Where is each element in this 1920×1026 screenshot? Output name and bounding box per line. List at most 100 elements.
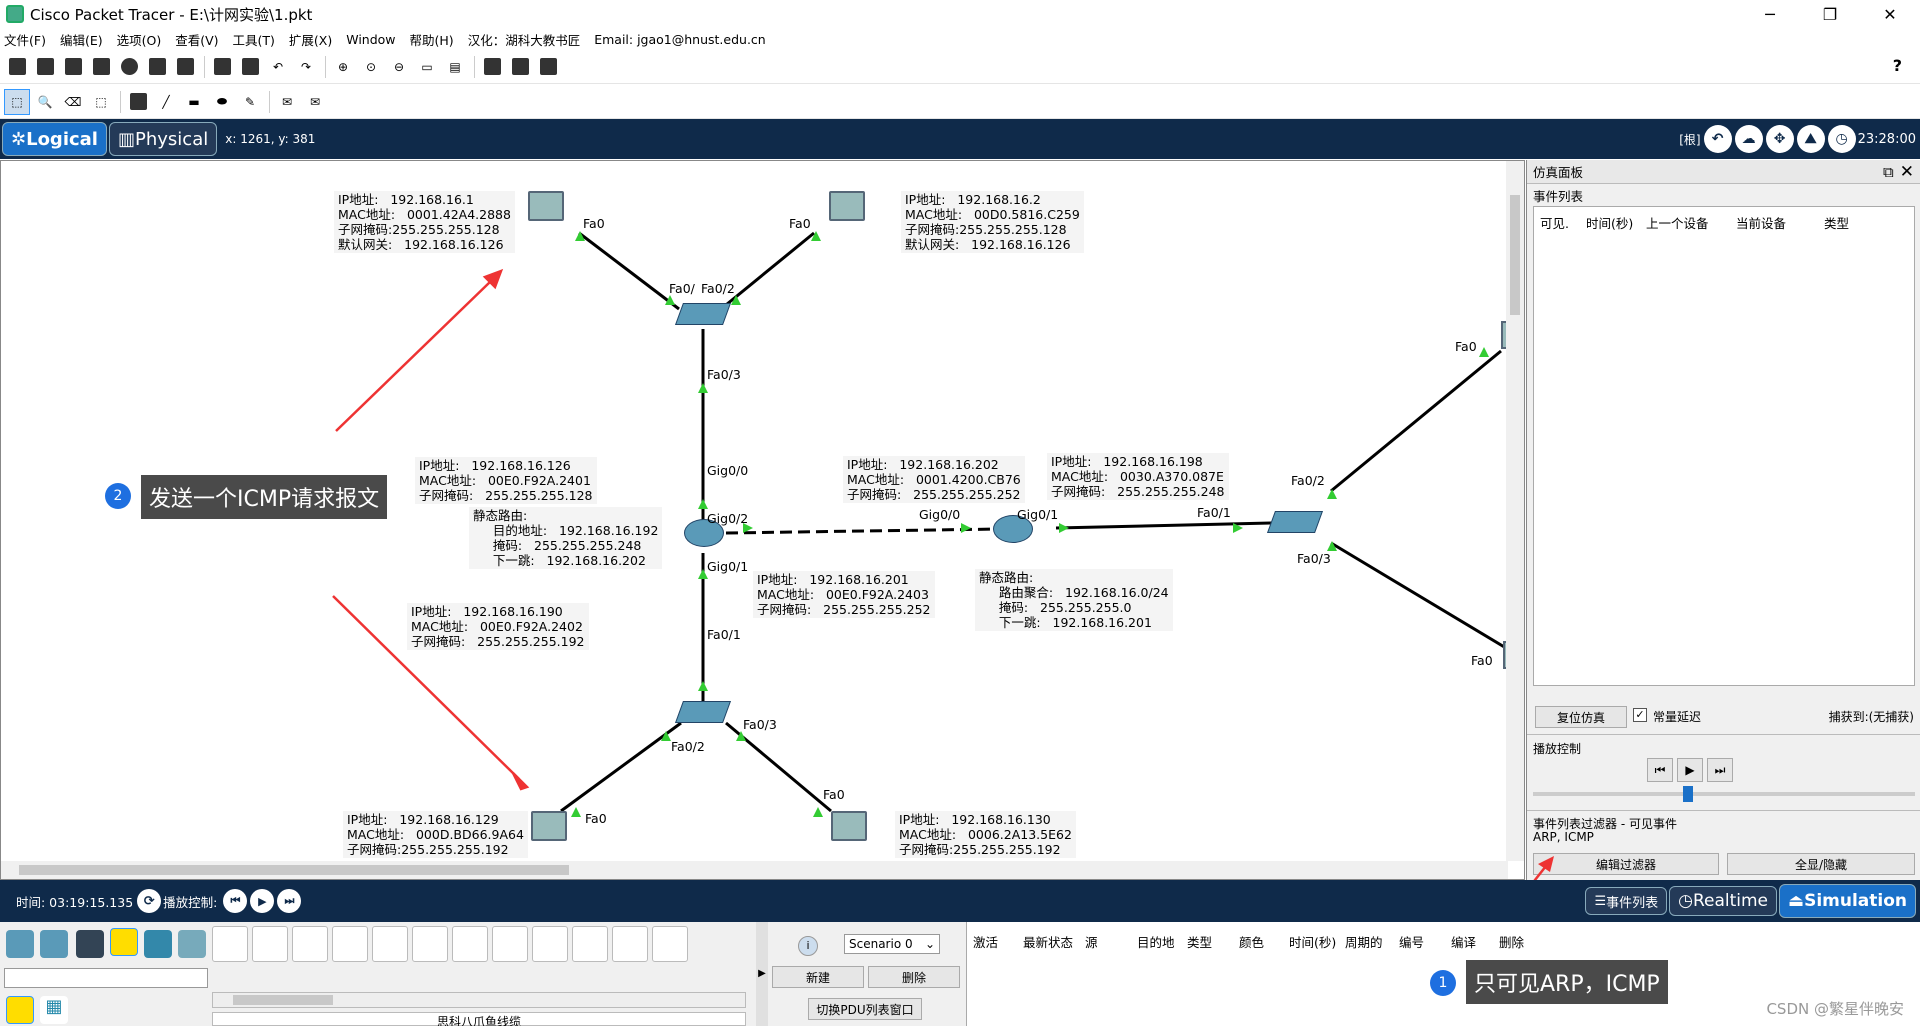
- save-icon[interactable]: [60, 54, 86, 80]
- pc-bottom-left-icon[interactable]: [531, 811, 567, 841]
- step-forward-icon[interactable]: ⏭: [1707, 758, 1733, 782]
- draw-line-icon[interactable]: ╱: [153, 89, 179, 115]
- speed-slider[interactable]: [1533, 786, 1915, 802]
- delete-icon[interactable]: ⌫: [60, 89, 86, 115]
- draw-rectangle-icon[interactable]: ▬: [181, 89, 207, 115]
- play-icon[interactable]: ▶: [1677, 758, 1703, 782]
- bottom-play-icon[interactable]: ▶: [250, 889, 275, 913]
- step-back-icon[interactable]: ⏮: [1647, 758, 1673, 782]
- toggle-pdu-list-button[interactable]: 切换PDU列表窗口: [808, 998, 922, 1020]
- logical-workspace[interactable]: IP地址: 192.168.16.1 MAC地址: 0001.42A4.2888 子…: [0, 160, 1525, 880]
- fiber-cable-icon[interactable]: [372, 926, 408, 962]
- close-panel-icon[interactable]: ✕: [1900, 162, 1914, 182]
- zoom-in-icon[interactable]: ⊕: [330, 54, 356, 80]
- menu-tools[interactable]: 工具(T): [233, 30, 275, 49]
- info-icon[interactable]: [116, 54, 142, 80]
- place-note-icon[interactable]: [125, 89, 151, 115]
- add-complex-pdu-icon[interactable]: ✉: [302, 89, 328, 115]
- screenshot-icon[interactable]: [535, 54, 561, 80]
- select-icon[interactable]: ⬚: [4, 88, 30, 115]
- straight-cable-icon[interactable]: [292, 926, 328, 962]
- clock-icon[interactable]: ◷: [1827, 125, 1856, 153]
- scenario-select[interactable]: Scenario 0 ⌄: [844, 934, 940, 954]
- event-list-button[interactable]: ☰ 事件列表: [1585, 887, 1668, 915]
- pc-bottom-right-icon[interactable]: [831, 811, 867, 841]
- serial-dce-cable-icon[interactable]: [492, 926, 528, 962]
- console-cable-icon[interactable]: [252, 926, 288, 962]
- close-button[interactable]: ✕: [1860, 0, 1920, 28]
- custom-device-icon[interactable]: ▤: [442, 54, 468, 80]
- draw-ellipse-icon[interactable]: ⬬: [209, 89, 235, 115]
- pc-top-left-icon[interactable]: [528, 191, 564, 221]
- redo-icon[interactable]: ↷: [293, 54, 319, 80]
- minimize-button[interactable]: ─: [1740, 0, 1800, 28]
- network-wizard-icon[interactable]: [144, 54, 170, 80]
- end-devices-category-icon[interactable]: [144, 930, 172, 958]
- cloud-icon[interactable]: ☁: [1734, 125, 1763, 153]
- drawing-palette-icon[interactable]: ▭: [414, 54, 440, 80]
- show-all-hide-button[interactable]: 全显/隐藏: [1727, 853, 1915, 875]
- menu-view[interactable]: 查看(V): [175, 30, 218, 49]
- reset-simulation-button[interactable]: 复位仿真: [1535, 706, 1627, 728]
- cable-scroll-thumb[interactable]: [233, 995, 333, 1005]
- switches-category-icon[interactable]: [40, 930, 68, 958]
- pc-top-right-icon[interactable]: [829, 191, 865, 221]
- device-search-input[interactable]: [4, 968, 208, 988]
- switch-right-icon[interactable]: [1266, 511, 1324, 533]
- new-file-icon[interactable]: [4, 54, 30, 80]
- vertical-scrollbar[interactable]: [1506, 161, 1524, 861]
- zoom-out-icon[interactable]: ⊖: [386, 54, 412, 80]
- phone-cable-icon[interactable]: [412, 926, 448, 962]
- open-folder-icon[interactable]: [32, 54, 58, 80]
- connections-subcategory-icon[interactable]: [6, 996, 34, 1024]
- menu-help[interactable]: 帮助(H): [410, 30, 454, 49]
- resize-icon[interactable]: ⬚: [88, 89, 114, 115]
- physical-tab[interactable]: ▥ Physical: [108, 122, 218, 156]
- inspect-icon[interactable]: 🔍: [32, 89, 58, 115]
- hubs-category-icon[interactable]: [76, 930, 104, 958]
- usb-cable-icon[interactable]: [652, 926, 688, 962]
- menu-extensions[interactable]: 扩展(X): [289, 30, 332, 49]
- menu-options[interactable]: 选项(O): [117, 30, 162, 49]
- power-cycle-icon[interactable]: ⟳: [137, 889, 162, 913]
- switch-top-icon[interactable]: [674, 303, 732, 325]
- restore-button[interactable]: ❐: [1800, 0, 1860, 28]
- collapse-arrow-icon[interactable]: ▶: [756, 922, 768, 1026]
- serial-dte-cable-icon[interactable]: [532, 926, 568, 962]
- background-icon[interactable]: ⛰: [1796, 125, 1825, 153]
- notes-icon[interactable]: [479, 54, 505, 80]
- back-icon[interactable]: ↶: [1703, 125, 1732, 153]
- undock-icon[interactable]: ⧉: [1883, 163, 1894, 181]
- routers-category-icon[interactable]: [6, 930, 34, 958]
- scenario-info-icon[interactable]: i: [798, 936, 818, 956]
- add-simple-pdu-icon[interactable]: ✉: [274, 89, 300, 115]
- constant-delay-checkbox[interactable]: ✓: [1633, 708, 1647, 722]
- menu-edit[interactable]: 编辑(E): [60, 30, 103, 49]
- event-list-table[interactable]: 可见. 时间(秒) 上一个设备 当前设备 类型: [1533, 206, 1915, 686]
- device-manager-icon[interactable]: [507, 54, 533, 80]
- horizontal-scroll-thumb[interactable]: [19, 865, 569, 875]
- menu-file[interactable]: 文件(F): [4, 30, 46, 49]
- bottom-step-forward-icon[interactable]: ⏭: [277, 889, 302, 913]
- zoom-reset-icon[interactable]: ⊙: [358, 54, 384, 80]
- bottom-step-back-icon[interactable]: ⏮: [223, 889, 248, 913]
- switch-bottom-icon[interactable]: [674, 701, 732, 723]
- freeform-icon[interactable]: ✎: [237, 89, 263, 115]
- delete-scenario-button[interactable]: 删除: [868, 966, 960, 988]
- print-icon[interactable]: [88, 54, 114, 80]
- activity-wizard-icon[interactable]: [172, 54, 198, 80]
- copy-icon[interactable]: [209, 54, 235, 80]
- connections-category-icon[interactable]: [110, 928, 138, 956]
- speed-slider-thumb[interactable]: [1683, 786, 1693, 802]
- iot-cable-icon[interactable]: [612, 926, 648, 962]
- wan-emulation-category-icon[interactable]: [178, 930, 206, 958]
- coaxial-cable-icon[interactable]: [452, 926, 488, 962]
- crossover-cable-icon[interactable]: [332, 926, 368, 962]
- vertical-scroll-thumb[interactable]: [1510, 195, 1520, 315]
- help-icon[interactable]: ?: [1893, 56, 1902, 75]
- cable-scrollbar[interactable]: [212, 992, 746, 1008]
- realtime-mode-button[interactable]: ◷ Realtime: [1669, 886, 1778, 916]
- grid-subcategory-icon[interactable]: ▦: [40, 996, 68, 1024]
- undo-icon[interactable]: ↶: [265, 54, 291, 80]
- simulation-mode-button[interactable]: ⏏ Simulation: [1779, 884, 1916, 918]
